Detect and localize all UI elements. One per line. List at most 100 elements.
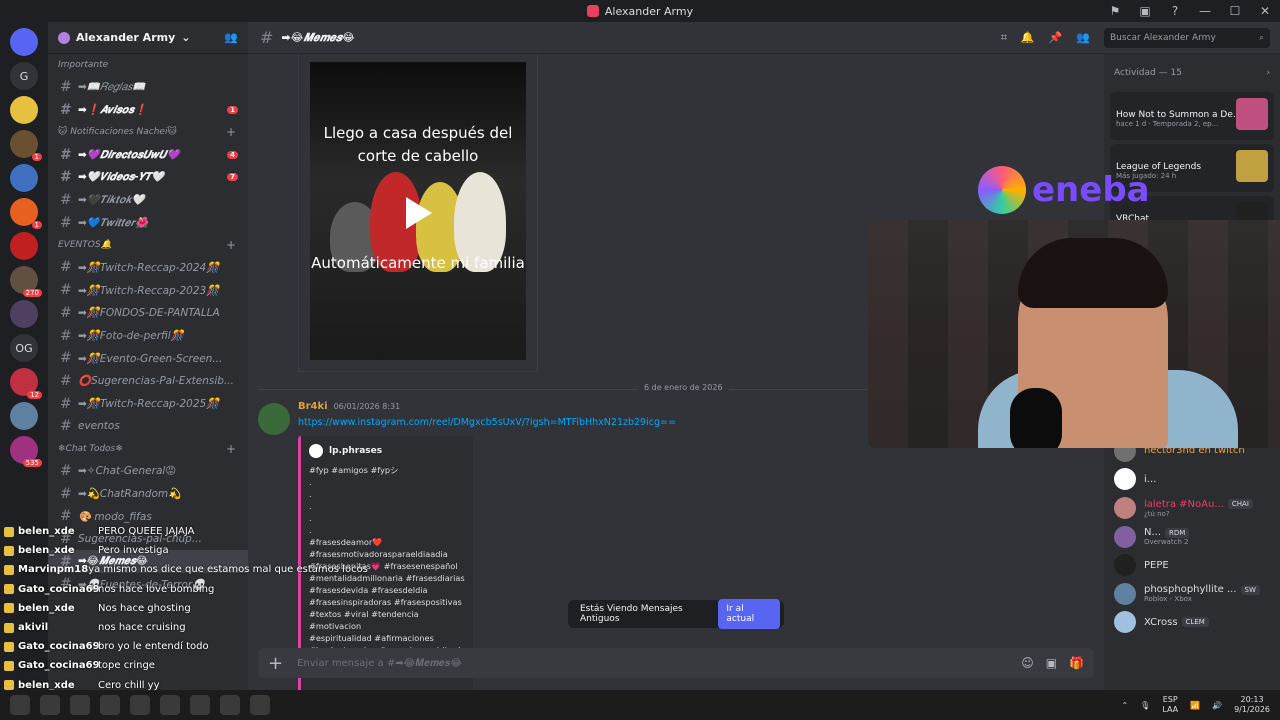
category-important[interactable]: Importante <box>48 54 248 76</box>
server-icon-8[interactable] <box>10 300 38 328</box>
clock[interactable]: 20:13 9/1/2026 <box>1234 695 1270 715</box>
channel-item[interactable]: # ➡🖤𝑻𝒊𝒌𝒕𝒐𝒌🤍 <box>48 189 248 212</box>
chat-badge-icon <box>4 641 14 652</box>
server-icon-12[interactable]: 535 <box>10 436 42 467</box>
message-timestamp: 06/01/2026 8:31 <box>333 402 401 411</box>
message-link[interactable]: https://www.instagram.com/reel/DMgxcb5sU… <box>298 417 676 428</box>
member-item[interactable]: phosphophyllite ... SW Roblox - Xbox <box>1104 580 1280 609</box>
maximize-button[interactable]: ☐ <box>1220 4 1250 18</box>
members-icon[interactable]: 👥 <box>1076 31 1090 45</box>
gif-icon[interactable]: ▣ <box>1046 656 1057 670</box>
member-name: phosphophyllite ... <box>1144 584 1237 596</box>
gift-icon[interactable]: 🎁 <box>1069 656 1084 670</box>
channel-item[interactable]: # ➡💫ChatRandom💫 <box>48 482 248 505</box>
channel-name: ➡❗𝑨𝒗𝒊𝒔𝒐𝒔❗ <box>78 104 148 117</box>
threads-icon[interactable]: ⌗ <box>1001 31 1007 45</box>
server-icon-4[interactable] <box>10 164 38 192</box>
chat-username: akivil <box>18 622 49 634</box>
member-name: N... <box>1144 527 1162 539</box>
webcam-overlay <box>868 220 1280 448</box>
edge-icon[interactable] <box>100 695 120 715</box>
screen-icon[interactable]: ▣ <box>1130 4 1160 18</box>
channel-item[interactable]: # ➡💙𝑻𝒘𝒊𝒕𝒕𝒆𝒓🌺 <box>48 211 248 234</box>
server-icon-6[interactable] <box>10 232 38 260</box>
vscode-icon[interactable] <box>190 695 210 715</box>
member-item[interactable]: XCross CLEM <box>1104 608 1280 637</box>
message-author[interactable]: Br4ki <box>298 401 328 412</box>
search-taskbar-icon[interactable] <box>40 695 60 715</box>
chevron-up-icon[interactable]: ⌃ <box>1121 701 1128 710</box>
embed-author[interactable]: lp.phrases <box>309 444 465 458</box>
chat-badge-icon <box>4 680 14 691</box>
category-chat[interactable]: ❄Chat Todos❄ + <box>48 438 248 460</box>
bell-icon[interactable]: 🔔 <box>1021 31 1035 45</box>
meme-video[interactable]: Llego a casa después del corte de cabell… <box>310 62 526 360</box>
chat-username: belen_xde <box>18 679 75 691</box>
server-icon-7[interactable]: 270 <box>10 266 42 297</box>
inbox-icon[interactable]: ⚑ <box>1100 4 1130 18</box>
server-icon-11[interactable] <box>10 402 38 430</box>
server-icon-9[interactable]: OG <box>10 334 38 362</box>
hash-icon: # <box>60 327 72 344</box>
mic-tray-icon[interactable]: 🎙 <box>1140 701 1150 710</box>
server-icon-5[interactable]: 1 <box>10 198 42 229</box>
obs-icon[interactable] <box>250 695 270 715</box>
category-notifications[interactable]: 🐱 Notificaciones Nachei🐱 + <box>48 121 248 143</box>
play-icon[interactable] <box>406 197 432 229</box>
server-icon-2[interactable] <box>10 96 38 124</box>
search-input[interactable]: Buscar Alexander Army ⌕ <box>1104 28 1270 48</box>
channel-item[interactable]: # ➡🤍𝑽𝒊𝒅𝒆𝒐𝒔-𝒀𝑻🤍 7 <box>48 166 248 189</box>
chevron-right-icon[interactable]: › <box>1266 68 1270 78</box>
channel-item[interactable]: # ➡🎊FONDOS-DE-PANTALLA <box>48 302 248 325</box>
channel-name: ➡💙𝑻𝒘𝒊𝒕𝒕𝒆𝒓🌺 <box>78 216 149 229</box>
channel-item[interactable]: # ➡📖𝑅𝑒𝑔𝑙𝑎𝑠📖 <box>48 76 248 99</box>
pin-icon[interactable]: 📌 <box>1049 31 1063 45</box>
member-item[interactable]: N... RDM Overwatch 2 <box>1104 522 1280 551</box>
message-composer[interactable]: + Enviar mensaje a #➡😂𝑴𝒆𝒎𝒆𝒔😂 ☺ ▣ 🎁 <box>258 648 1094 678</box>
activity-card[interactable]: How Not to Summon a De... hace 1 d · Temp… <box>1110 92 1274 140</box>
channel-item[interactable]: # ➡❗𝑨𝒗𝒊𝒔𝒐𝒔❗ 1 <box>48 99 248 122</box>
add-people-icon[interactable]: 👥 <box>224 31 238 44</box>
channel-item[interactable]: # ➡🎊Foto-de-perfil🎊 <box>48 324 248 347</box>
channel-item[interactable]: # ➡🎊Twitch-Reccap-2024🎊 <box>48 256 248 279</box>
video-attachment[interactable]: Llego a casa después del corte de cabell… <box>298 54 538 372</box>
avatar[interactable] <box>258 403 290 435</box>
emoji-icon[interactable]: ☺ <box>1021 656 1034 670</box>
channel-topbar: # ➡😂𝑴𝒆𝒎𝒆𝒔😂 ⌗ 🔔 📌 👥 Buscar Alexander Army… <box>248 22 1280 54</box>
avatar <box>1114 497 1136 520</box>
help-icon[interactable]: ? <box>1160 4 1190 18</box>
server-header[interactable]: Alexander Army ⌄ 👥 <box>48 22 248 54</box>
member-item[interactable]: i... <box>1104 465 1280 494</box>
channel-item[interactable]: # ➡💜𝑫𝒊𝒓𝒆𝒄𝒕𝒐𝒔𝑼𝒘𝑼💜 4 <box>48 143 248 166</box>
chat-username: Marvinpm18 <box>18 564 89 576</box>
server-icon-3[interactable]: 1 <box>10 130 42 161</box>
windows-start-icon[interactable] <box>10 695 30 715</box>
server-icon-1[interactable]: G <box>10 62 38 90</box>
channel-title: ➡😂𝑴𝒆𝒎𝒆𝒔😂 <box>281 30 355 44</box>
message-input[interactable]: Enviar mensaje a #➡😂𝑴𝒆𝒎𝒆𝒔😂 <box>297 658 462 669</box>
language-indicator[interactable]: ESP LAA <box>1162 695 1178 715</box>
file-explorer-icon[interactable] <box>70 695 90 715</box>
volume-icon[interactable]: 🔊 <box>1212 701 1222 710</box>
channel-item[interactable]: # ➡🎊Evento-Green-Screen... <box>48 347 248 370</box>
channel-item[interactable]: # ➡🎊Twitch-Reccap-2025🎊 <box>48 392 248 415</box>
minimize-button[interactable]: — <box>1190 4 1220 18</box>
app-icon[interactable] <box>160 695 180 715</box>
close-button[interactable]: ✕ <box>1250 4 1280 18</box>
channel-item[interactable]: # ⭕Sugerencias-Pal-Extensib... <box>48 370 248 393</box>
wifi-icon[interactable]: 📶 <box>1190 701 1200 710</box>
chat-message: ya mismo nos dice que estamos mal que es… <box>88 564 368 576</box>
category-eventos[interactable]: EVENTOS🔔 + <box>48 234 248 256</box>
member-item[interactable]: laletra #NoAu... CHAI ¿tú no? <box>1104 494 1280 523</box>
jump-to-present-button[interactable]: Ir al actual <box>718 599 780 629</box>
server-icon-0[interactable] <box>10 28 38 56</box>
server-avatar <box>58 31 70 44</box>
member-item[interactable]: PEPE <box>1104 551 1280 580</box>
chrome-icon[interactable] <box>130 695 150 715</box>
channel-item[interactable]: # ➡🎊Twitch-Reccap-2023🎊 <box>48 279 248 302</box>
server-icon-10[interactable]: 12 <box>10 368 42 399</box>
channel-item[interactable]: # eventos <box>48 415 248 438</box>
hash-icon: # <box>60 79 72 96</box>
channel-item[interactable]: # ➡✧Chat-General😡 <box>48 460 248 483</box>
discord-taskbar-icon[interactable] <box>220 695 240 715</box>
